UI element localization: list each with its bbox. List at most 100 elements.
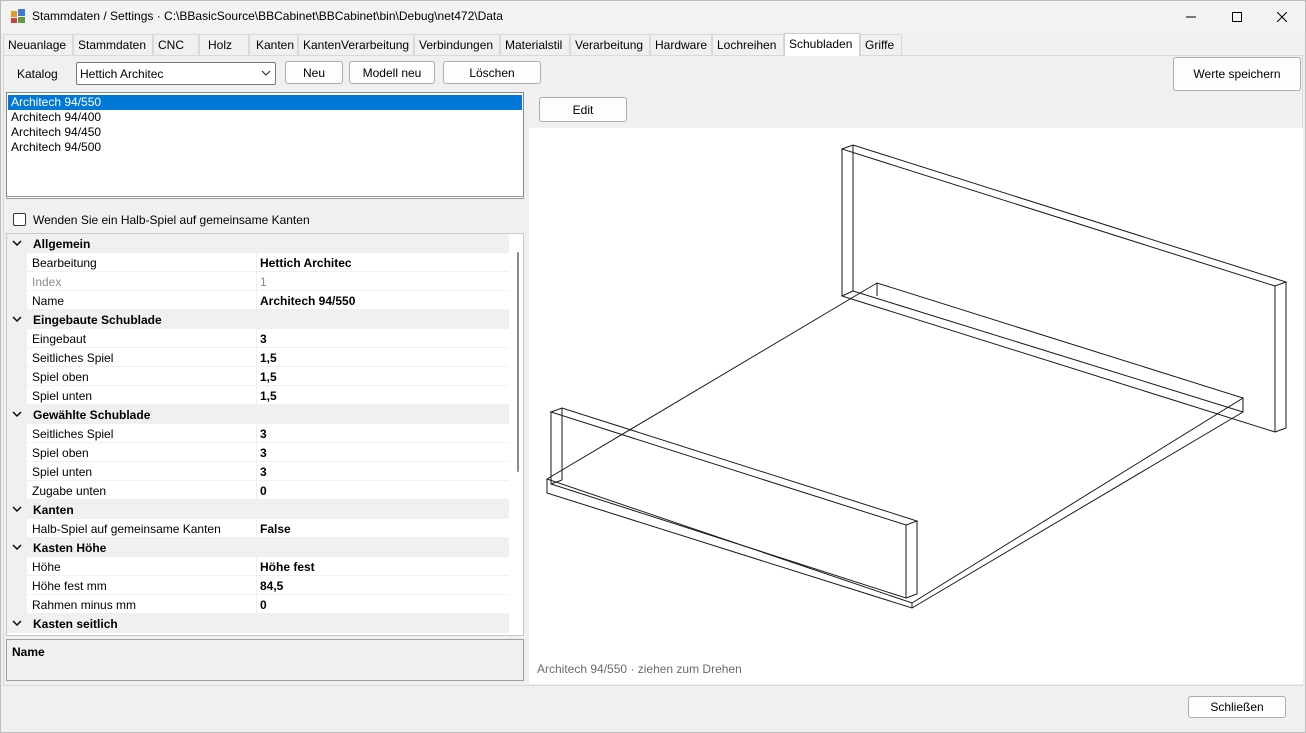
close-button[interactable]: Schließen [1188, 696, 1286, 718]
list-item[interactable]: Architech 94/450 [8, 125, 522, 140]
property-value[interactable]: False [260, 522, 291, 536]
property-row[interactable]: Spiel unten 3 [7, 462, 509, 481]
neu-button[interactable]: Neu [285, 61, 343, 84]
divider [256, 272, 257, 291]
divider [256, 595, 257, 614]
loeschen-button[interactable]: Löschen [443, 61, 541, 84]
tab-cnc[interactable]: CNC [153, 34, 199, 55]
chevron-down-icon[interactable] [12, 238, 22, 248]
tab-stammdaten[interactable]: Stammdaten [73, 34, 153, 55]
maximize-button[interactable] [1214, 1, 1260, 32]
katalog-combo-value: Hettich Architec [80, 67, 164, 81]
property-value[interactable]: 0 [260, 484, 267, 498]
property-row[interactable]: Spiel oben 3 [7, 443, 509, 462]
tab-lochreihen[interactable]: Lochreihen [712, 34, 784, 55]
category-label: Gewählte Schublade [33, 408, 151, 422]
viewport-caption: Architech 94/550 · ziehen zum Drehen [537, 662, 742, 676]
model-listbox[interactable]: Architech 94/550 Architech 94/400 Archit… [6, 92, 524, 199]
property-value[interactable]: 3 [260, 465, 267, 479]
bottom-plate-back-line [852, 290, 1244, 413]
chevron-down-icon[interactable] [12, 409, 22, 419]
save-values-button[interactable]: Werte speichern [1173, 57, 1301, 91]
property-value[interactable]: 84,5 [260, 579, 283, 593]
category-eingebaute-schublade[interactable]: Eingebaute Schublade [7, 310, 509, 329]
category-kasten-hoehe[interactable]: Kasten Höhe [7, 538, 509, 557]
tab-strip: Neuanlage Stammdaten CNC Holz Kanten Kan… [3, 33, 1305, 56]
property-row[interactable]: Eingebaut 3 [7, 329, 509, 348]
row-gutter [7, 272, 27, 291]
property-value[interactable]: Höhe fest [260, 560, 315, 574]
category-allgemein[interactable]: Allgemein [7, 234, 509, 253]
property-name: Seitliches Spiel [32, 351, 114, 365]
property-value[interactable]: 0 [260, 598, 267, 612]
close-window-button[interactable] [1259, 1, 1305, 32]
divider [256, 576, 257, 595]
property-row[interactable]: Index 1 [7, 272, 509, 291]
category-kanten[interactable]: Kanten [7, 500, 509, 519]
katalog-combo[interactable]: Hettich Architec [76, 62, 276, 85]
row-gutter [7, 557, 27, 576]
tab-griffe[interactable]: Griffe [860, 34, 902, 55]
tab-verarbeitung[interactable]: Verarbeitung [570, 34, 650, 55]
category-kasten-seitlich[interactable]: Kasten seitlich [7, 614, 509, 633]
property-name: Höhe fest mm [32, 579, 107, 593]
property-value[interactable]: 1,5 [260, 389, 277, 403]
tab-hardware[interactable]: Hardware [650, 34, 712, 55]
minimize-icon [1186, 16, 1196, 17]
list-item[interactable]: Architech 94/550 [8, 95, 522, 110]
property-name: Zugabe unten [32, 484, 107, 498]
divider [256, 348, 257, 367]
category-gewaehlte-schublade[interactable]: Gewählte Schublade [7, 405, 509, 424]
row-gutter [7, 367, 27, 386]
property-row[interactable]: Spiel oben 1,5 [7, 367, 509, 386]
chevron-down-icon[interactable] [12, 504, 22, 514]
scrollbar-thumb[interactable] [517, 252, 519, 472]
tab-kantenverarbeitung[interactable]: KantenVerarbeitung [298, 34, 414, 55]
divider [256, 462, 257, 481]
back-panel-front [841, 149, 1276, 433]
halb-spiel-checkbox[interactable] [13, 213, 26, 226]
property-value[interactable]: 3 [260, 427, 267, 441]
tab-materialstil[interactable]: Materialstil [500, 34, 570, 55]
property-row[interactable]: Rahmen minus mm 0 [7, 595, 509, 614]
property-row[interactable]: Höhe Höhe fest [7, 557, 509, 576]
property-row[interactable]: Seitliches Spiel 1,5 [7, 348, 509, 367]
row-gutter [7, 519, 27, 538]
property-row[interactable]: Name Architech 94/550 [7, 291, 509, 310]
property-row[interactable]: Spiel unten 1,5 [7, 386, 509, 405]
property-value[interactable]: 3 [260, 332, 267, 346]
settings-window: Stammdaten / Settings · C:\BBasicSource\… [0, 0, 1306, 733]
tab-verbindungen[interactable]: Verbindungen [414, 34, 500, 55]
property-row[interactable]: Bearbeitung Hettich Architec [7, 253, 509, 272]
property-row[interactable]: Zugabe unten 0 [7, 481, 509, 500]
property-grid: Allgemein Bearbeitung Hettich Architec I… [6, 233, 524, 636]
property-row[interactable]: Halb-Spiel auf gemeinsame Kanten False [7, 519, 509, 538]
divider [256, 519, 257, 538]
property-value[interactable]: 1,5 [260, 370, 277, 384]
modell-neu-button[interactable]: Modell neu [349, 61, 435, 84]
back-panel-top [840, 144, 1288, 287]
chevron-down-icon[interactable] [12, 618, 22, 628]
tab-holz[interactable]: Holz [199, 34, 249, 55]
property-row[interactable]: Seitliches Spiel 3 [7, 424, 509, 443]
property-row[interactable]: Höhe fest mm 84,5 [7, 576, 509, 595]
back-panel-bottom-edge [841, 290, 854, 297]
row-gutter [7, 291, 27, 310]
property-grid-scrollbar[interactable] [511, 234, 523, 635]
property-value[interactable]: 3 [260, 446, 267, 460]
edit-button[interactable]: Edit [539, 97, 627, 122]
property-value[interactable]: 1,5 [260, 351, 277, 365]
list-item[interactable]: Architech 94/500 [8, 140, 522, 155]
property-value[interactable]: Architech 94/550 [260, 294, 355, 308]
drawer-wireframe [545, 144, 1288, 609]
tab-kanten[interactable]: Kanten [249, 34, 298, 55]
list-item[interactable]: Architech 94/400 [8, 110, 522, 125]
chevron-down-icon[interactable] [12, 542, 22, 552]
drawer-3d-viewport[interactable]: Architech 94/550 · ziehen zum Drehen [529, 128, 1303, 684]
tab-schubladen[interactable]: Schubladen [784, 33, 860, 56]
property-value[interactable]: Hettich Architec [260, 256, 352, 270]
property-name: Name [32, 294, 65, 308]
chevron-down-icon[interactable] [12, 314, 22, 324]
tab-neuanlage[interactable]: Neuanlage [3, 34, 73, 55]
minimize-button[interactable] [1168, 1, 1214, 32]
